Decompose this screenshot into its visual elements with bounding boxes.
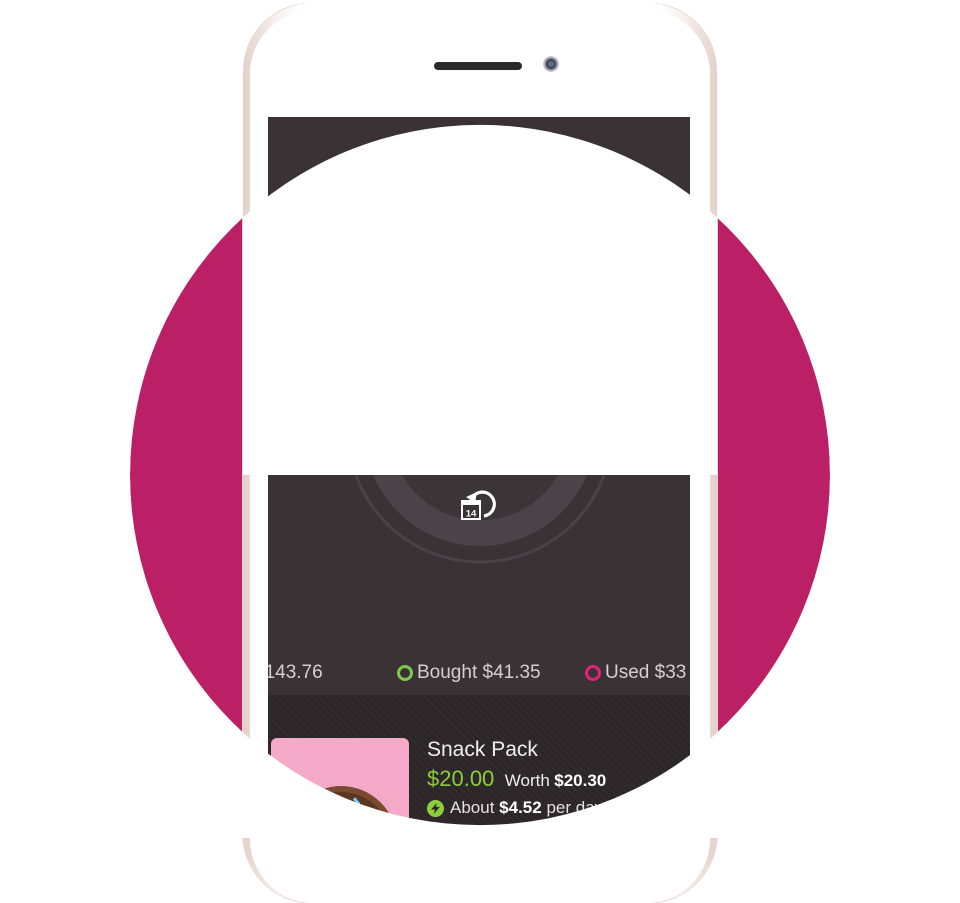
bought-ring-icon [397, 665, 413, 681]
donut-image [271, 738, 409, 838]
product-price-line: $20.00 Worth $20.30 [427, 766, 606, 792]
daily-value: $4.52 [499, 798, 542, 817]
amount-cents: 05 [508, 404, 547, 442]
daily-prefix: About [450, 798, 495, 817]
daily-suffix: per day [546, 798, 604, 817]
lightning-icon [427, 799, 444, 817]
daily-rate-line: About $4.52 per day [427, 798, 603, 818]
calendar-undo-icon[interactable]: 14 [458, 479, 504, 525]
summary-used[interactable]: Used $33 [585, 662, 686, 684]
summary-row: $143.76 Bought $41.35 Used $33 [268, 662, 690, 692]
product-name: Snack Pack [427, 738, 538, 761]
used-ring-icon [585, 665, 601, 681]
summary-total[interactable]: $143.76 [268, 662, 323, 684]
summary-bought[interactable]: Bought $41.35 [397, 662, 541, 684]
product-price: $20.00 [427, 766, 495, 791]
ahead-amount: $8.05 [268, 369, 690, 451]
app-screen: 1 Aug 16 - 1 Sep 16 $8.05 AHEAD 14 $143.… [268, 117, 690, 838]
worth-value: $20.30 [554, 771, 607, 790]
date-range-label[interactable]: 1 Aug 16 - 1 Sep 16 [268, 145, 690, 172]
front-camera-icon [543, 56, 559, 72]
used-label: Used $33 [605, 662, 687, 683]
product-card-snack-pack[interactable]: Snack Pack $20.00 Worth $20.30 About $4.… [268, 738, 690, 838]
worth-label: Worth [504, 771, 550, 790]
bought-label: Bought $41.35 [417, 662, 541, 683]
earpiece-speaker [434, 62, 522, 70]
summary-total-label: $143.76 [268, 662, 323, 683]
products-panel: Snack Pack $20.00 Worth $20.30 About $4.… [268, 695, 690, 838]
reset-day-label: 14 [466, 509, 477, 520]
status-label: AHEAD [449, 448, 509, 467]
amount-dollars: $8. [411, 370, 510, 450]
